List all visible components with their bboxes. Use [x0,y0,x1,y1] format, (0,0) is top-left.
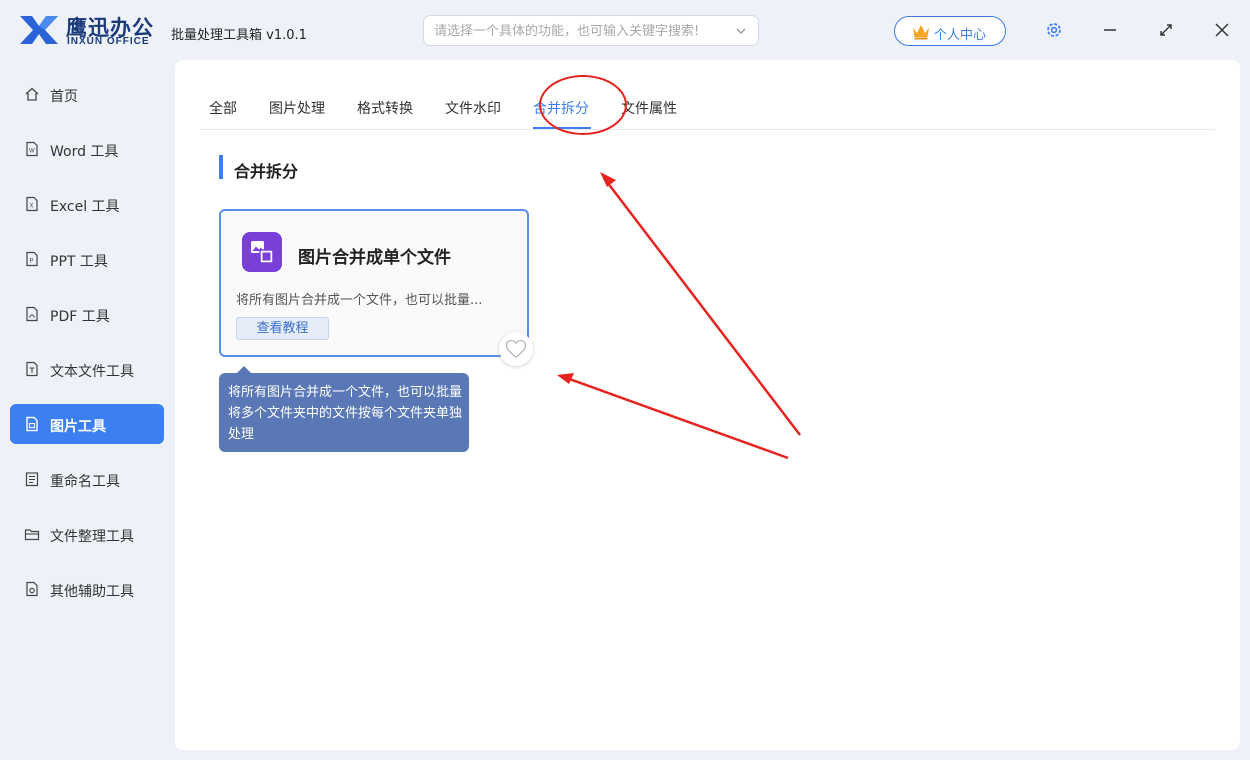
minimize-icon[interactable] [1098,18,1122,42]
svg-text:P: P [30,259,34,265]
user-center-label: 个人中心 [934,28,987,43]
view-tutorial-button[interactable]: 查看教程 [236,317,329,340]
title-bar: 鹰迅办公 INXUN OFFICE 批量处理工具箱 v1.0.1 个人中心 [0,0,1250,60]
pdf-file-icon [26,306,38,322]
sidebar: 首页 W Word 工具 X Excel 工具 P PPT 工具 PDF 工具 … [0,60,165,760]
annotation-circle [539,75,627,135]
card-title: 图片合并成单个文件 [298,248,451,268]
rename-icon [25,472,39,487]
excel-file-icon: X [26,196,38,212]
tooltip: 将所有图片合并成一个文件，也可以批量将多个文件夹中的文件按每个文件夹单独处理 [219,366,469,452]
sidebar-item-home[interactable]: 首页 [10,74,164,114]
app-title: 批量处理工具箱 v1.0.1 [171,28,307,43]
user-center-button[interactable]: 个人中心 [894,16,1006,46]
close-icon[interactable] [1210,18,1234,42]
sidebar-item-pdf[interactable]: PDF 工具 [10,294,164,334]
brand-name-en: INXUN OFFICE [67,36,150,47]
tab-format-convert[interactable]: 格式转换 [357,98,413,118]
sidebar-item-label: PPT 工具 [50,254,108,270]
sidebar-item-label: 重命名工具 [50,474,120,490]
sidebar-item-label: 文本文件工具 [50,364,134,380]
sidebar-item-label: 其他辅助工具 [50,584,134,600]
sidebar-item-ppt[interactable]: P PPT 工具 [10,239,164,279]
sidebar-item-label: 首页 [50,89,78,105]
tab-image-processing[interactable]: 图片处理 [269,98,325,118]
svg-text:X: X [30,204,34,210]
tab-file-properties[interactable]: 文件属性 [621,98,677,118]
crown-icon [913,25,929,40]
sidebar-item-label: 文件整理工具 [50,529,134,545]
sidebar-item-text[interactable]: 文本文件工具 [10,349,164,389]
word-file-icon: W [26,141,38,157]
tooltip-text: 将所有图片合并成一个文件，也可以批量将多个文件夹中的文件按每个文件夹单独处理 [228,385,463,442]
category-tabs: 全部 图片处理 格式转换 文件水印 合并拆分 文件属性 [200,60,1215,135]
sidebar-item-label: Word 工具 [50,144,119,160]
heart-icon [505,339,527,358]
search-box[interactable] [423,15,759,46]
merge-images-icon [242,232,282,272]
home-icon [25,87,39,101]
main-panel: 全部 图片处理 格式转换 文件水印 合并拆分 文件属性 合并拆分 图片合并成单个… [175,60,1240,750]
image-file-icon [26,416,38,432]
maximize-icon[interactable] [1154,18,1178,42]
svg-text:W: W [29,149,35,155]
sidebar-item-label: Excel 工具 [50,199,120,215]
misc-tool-icon [26,581,38,597]
sidebar-item-label: PDF 工具 [50,309,110,325]
section-title: 合并拆分 [234,162,299,181]
folder-icon [24,529,40,541]
sidebar-item-organize[interactable]: 文件整理工具 [10,514,164,554]
text-file-icon [26,361,38,377]
search-input[interactable] [434,22,724,40]
tool-card-merge-images[interactable]: 图片合并成单个文件 将所有图片合并成一个文件，也可以批量... 查看教程 [219,209,529,357]
sidebar-item-other[interactable]: 其他辅助工具 [10,569,164,609]
section-accent-bar [219,155,223,179]
ppt-file-icon: P [26,251,38,267]
settings-icon[interactable] [1042,18,1066,42]
sidebar-item-word[interactable]: W Word 工具 [10,129,164,169]
sidebar-item-image[interactable]: 图片工具 [10,404,164,444]
tab-watermark[interactable]: 文件水印 [445,98,501,118]
logo-icon [20,16,58,44]
sidebar-item-label: 图片工具 [50,419,106,435]
card-description: 将所有图片合并成一个文件，也可以批量... [236,293,483,308]
favorite-button[interactable] [499,332,533,366]
chevron-down-icon[interactable] [735,25,747,37]
sidebar-item-excel[interactable]: X Excel 工具 [10,184,164,224]
app-logo: 鹰迅办公 INXUN OFFICE [18,12,168,48]
sidebar-item-rename[interactable]: 重命名工具 [10,459,164,499]
tab-all[interactable]: 全部 [209,98,237,118]
